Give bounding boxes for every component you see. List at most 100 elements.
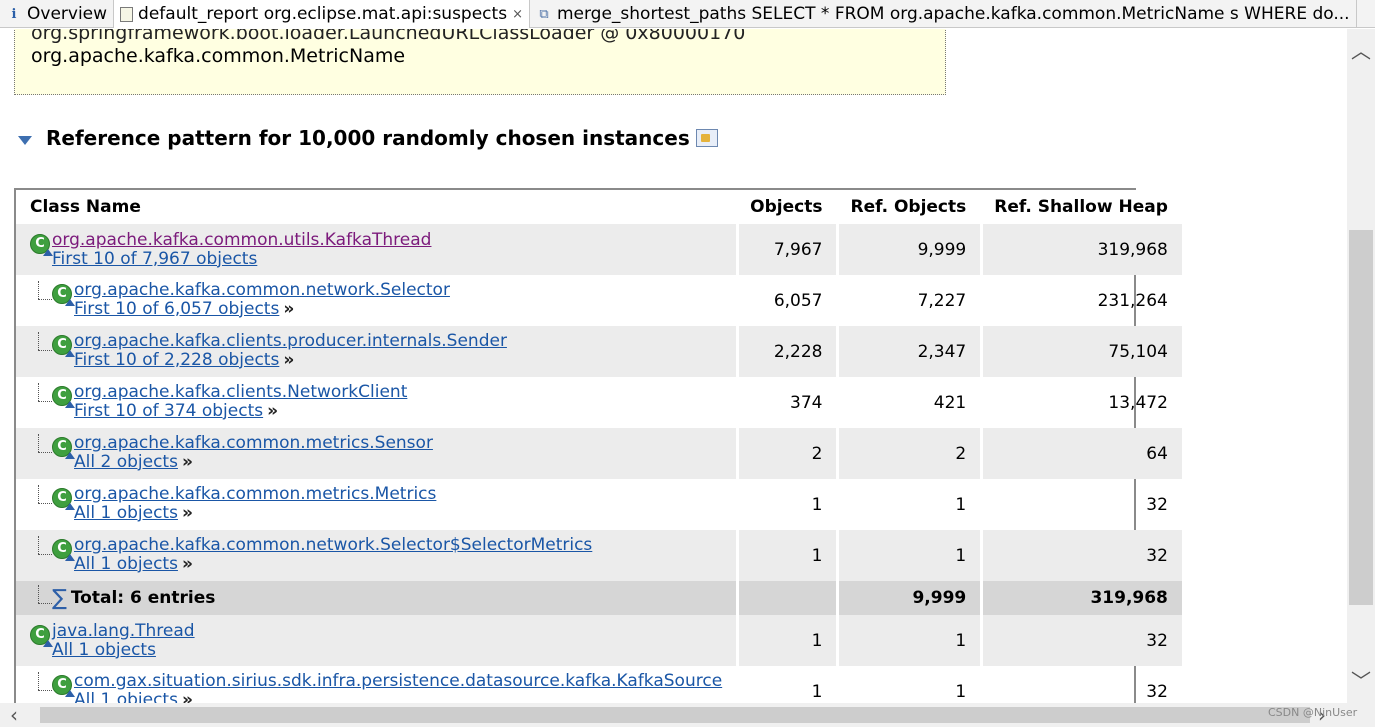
tree-connector xyxy=(30,585,52,611)
class-link[interactable]: java.lang.Thread xyxy=(52,621,195,641)
column-header-class-name[interactable]: Class Name xyxy=(16,190,737,224)
ref-shallow-heap-cell: 319,968 xyxy=(980,224,1182,275)
ref-shallow-heap-cell: 32 xyxy=(980,666,1182,703)
scroll-up-icon[interactable]: ︿ xyxy=(1351,35,1371,64)
table-row[interactable]: C org.apache.kafka.common.network.Select… xyxy=(16,530,1182,581)
scroll-left-icon[interactable]: ‹ xyxy=(10,703,18,727)
table-row[interactable]: C org.apache.kafka.common.metrics.Sensor… xyxy=(16,428,1182,479)
tab-overview-label: Overview xyxy=(27,4,108,24)
tree-connector xyxy=(30,484,52,525)
objects-cell: 1 xyxy=(736,615,837,666)
ref-objects-cell: 1 xyxy=(836,479,980,530)
note-line: org.apache.kafka.common.MetricName xyxy=(31,45,406,67)
credit-watermark: CSDN @NinUser xyxy=(1268,706,1358,719)
tree-icon: ⧉ xyxy=(539,6,549,22)
objects-link[interactable]: First 10 of 6,057 objects xyxy=(74,299,279,319)
objects-link[interactable]: First 10 of 2,228 objects xyxy=(74,350,279,370)
more-link[interactable]: » xyxy=(182,554,193,574)
column-header-ref-objects[interactable]: Ref. Objects xyxy=(836,190,981,224)
class-link[interactable]: org.apache.kafka.common.utils.KafkaThrea… xyxy=(52,230,431,250)
ref-shallow-heap-cell: 75,104 xyxy=(980,326,1182,377)
objects-cell: 7,967 xyxy=(736,224,837,275)
table-row[interactable]: C org.apache.kafka.clients.producer.inte… xyxy=(16,326,1182,377)
total-ref-shallow-heap-cell: 319,968 xyxy=(980,581,1182,615)
ref-objects-cell: 1 xyxy=(836,530,981,581)
tree-connector xyxy=(30,382,52,423)
horizontal-scrollbar[interactable]: ‹ › xyxy=(0,703,1347,727)
tree-connector xyxy=(30,331,52,372)
ref-shallow-heap-cell: 231,264 xyxy=(980,275,1182,326)
description-note: org.springframework.boot.loader.Launched… xyxy=(14,29,946,95)
query-browser-icon[interactable] xyxy=(695,129,718,147)
ref-objects-cell: 1 xyxy=(836,615,981,666)
objects-link[interactable]: First 10 of 374 objects xyxy=(74,401,263,421)
table-row[interactable]: C org.apache.kafka.common.metrics.Metric… xyxy=(16,479,1182,530)
note-cut-line: org.springframework.boot.loader.Launched… xyxy=(31,29,746,44)
tab-default-report[interactable]: default_report org.eclipse.mat.api:suspe… xyxy=(114,0,530,28)
ref-objects-cell: 1 xyxy=(836,666,980,703)
table-header-row: Class Name Objects Ref. Objects Ref. Sha… xyxy=(16,190,1182,224)
class-link[interactable]: com.gax.situation.sirius.sdk.infra.persi… xyxy=(74,671,722,691)
ref-objects-cell: 421 xyxy=(836,377,980,428)
table-row[interactable]: C org.apache.kafka.clients.NetworkClient… xyxy=(16,377,1182,428)
class-link[interactable]: org.apache.kafka.clients.NetworkClient xyxy=(74,382,407,402)
ref-objects-cell: 9,999 xyxy=(836,224,981,275)
more-link[interactable]: » xyxy=(182,503,193,523)
objects-link[interactable]: All 1 objects xyxy=(74,503,178,523)
objects-link[interactable]: All 1 objects xyxy=(52,640,195,660)
tree-connector xyxy=(30,433,52,474)
tab-default-report-label: default_report org.eclipse.mat.api:suspe… xyxy=(138,4,508,24)
report-content: org.springframework.boot.loader.Launched… xyxy=(0,29,1347,703)
total-objects-cell xyxy=(736,581,837,615)
table-row[interactable]: C org.apache.kafka.common.network.Select… xyxy=(16,275,1182,326)
objects-cell: 1 xyxy=(736,479,836,530)
table-row[interactable]: C java.lang.Thread All 1 objects 1 1 32 xyxy=(16,615,1182,666)
objects-cell: 374 xyxy=(736,377,836,428)
tab-merge-shortest-paths[interactable]: ⧉ merge_shortest_paths SELECT * FROM org… xyxy=(530,0,1357,28)
objects-link[interactable]: All 1 objects xyxy=(74,554,178,574)
objects-link[interactable]: All 1 objects xyxy=(74,690,178,703)
ref-shallow-heap-cell: 64 xyxy=(980,428,1182,479)
objects-cell: 2 xyxy=(736,428,837,479)
class-link[interactable]: org.apache.kafka.common.network.Selector… xyxy=(74,535,592,555)
objects-link[interactable]: All 2 objects xyxy=(74,452,178,472)
more-link[interactable]: » xyxy=(267,401,278,421)
total-row: ∑ Total: 6 entries 9,999 319,968 xyxy=(16,581,1182,615)
table-row[interactable]: C com.gax.situation.sirius.sdk.infra.per… xyxy=(16,666,1182,703)
column-header-ref-shallow-heap[interactable]: Ref. Shallow Heap xyxy=(980,190,1182,224)
close-icon[interactable]: × xyxy=(512,7,523,22)
more-link[interactable]: » xyxy=(283,299,294,319)
class-icon: C xyxy=(52,385,75,408)
table-row[interactable]: C org.apache.kafka.common.utils.KafkaThr… xyxy=(16,224,1182,275)
class-link[interactable]: org.apache.kafka.clients.producer.intern… xyxy=(74,331,507,351)
ref-shallow-heap-cell: 13,472 xyxy=(980,377,1182,428)
more-link[interactable]: » xyxy=(182,452,193,472)
class-icon: C xyxy=(52,334,75,357)
collapse-triangle-icon[interactable] xyxy=(18,135,32,145)
objects-cell: 2,228 xyxy=(736,326,837,377)
vertical-scroll-thumb[interactable] xyxy=(1349,230,1373,605)
more-link[interactable]: » xyxy=(283,350,294,370)
ref-shallow-heap-cell: 32 xyxy=(980,530,1182,581)
more-link[interactable]: » xyxy=(182,690,193,703)
vertical-scrollbar[interactable]: ︿ ﹀ xyxy=(1347,29,1375,703)
ref-shallow-heap-cell: 32 xyxy=(980,479,1182,530)
tab-overview[interactable]: i Overview xyxy=(0,0,115,28)
objects-link[interactable]: First 10 of 7,967 objects xyxy=(52,249,431,269)
class-link[interactable]: org.apache.kafka.common.metrics.Sensor xyxy=(74,433,433,453)
total-ref-objects-cell: 9,999 xyxy=(836,581,981,615)
total-label: Total: 6 entries xyxy=(70,588,216,608)
class-icon: C xyxy=(52,283,75,306)
tree-connector xyxy=(30,280,52,321)
scroll-down-icon[interactable]: ﹀ xyxy=(1351,665,1371,694)
horizontal-scroll-thumb[interactable] xyxy=(40,707,1310,723)
sigma-icon: ∑ xyxy=(52,585,67,611)
objects-cell: 1 xyxy=(736,666,836,703)
column-header-objects[interactable]: Objects xyxy=(736,190,837,224)
reference-pattern-table: Class Name Objects Ref. Objects Ref. Sha… xyxy=(14,188,1182,703)
class-link[interactable]: org.apache.kafka.common.network.Selector xyxy=(74,280,450,300)
class-icon: C xyxy=(30,624,53,647)
section-title: Reference pattern for 10,000 randomly ch… xyxy=(46,126,690,150)
section-header[interactable]: Reference pattern for 10,000 randomly ch… xyxy=(18,126,718,150)
class-link[interactable]: org.apache.kafka.common.metrics.Metrics xyxy=(74,484,436,504)
